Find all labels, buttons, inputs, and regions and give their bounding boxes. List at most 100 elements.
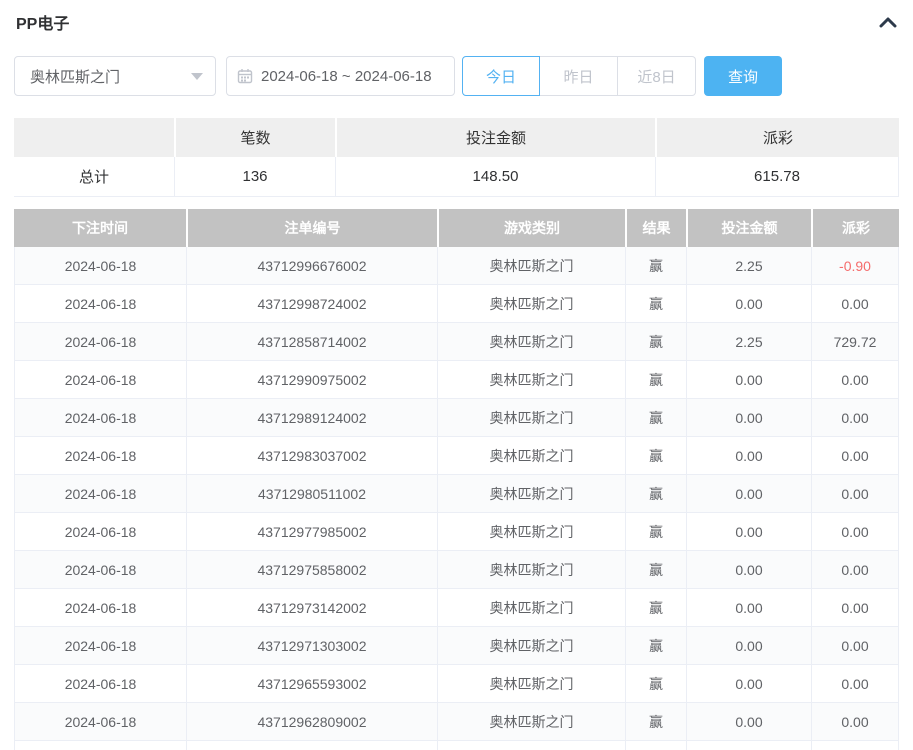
cell-bet-time: 2024-06-18 xyxy=(14,323,186,360)
cell-order-no: 43712996676002 xyxy=(186,247,437,284)
cell-order-no: 43712983037002 xyxy=(186,437,437,474)
cell-game-type: 奥林匹斯之门 xyxy=(437,589,625,626)
cell-bet-amount: 0.00 xyxy=(686,285,811,322)
yesterday-button[interactable]: 昨日 xyxy=(540,56,618,96)
table-row: 2024-06-18 43712990975002 奥林匹斯之门 赢 0.00 … xyxy=(14,361,899,399)
cell-game-type: 奥林匹斯之门 xyxy=(437,703,625,740)
cell-result: 赢 xyxy=(625,361,686,398)
cell-result: 赢 xyxy=(625,323,686,360)
table-row: 2024-06-18 43712962809002 奥林匹斯之门 赢 0.00 … xyxy=(14,703,899,741)
summary-header-payout: 派彩 xyxy=(655,118,899,157)
cell-order-no: 43712989124002 xyxy=(186,399,437,436)
cell-bet-amount: 2.25 xyxy=(686,323,811,360)
cell-bet-amount: 0.00 xyxy=(686,703,811,740)
summary-total-row: 总计 136 148.50 615.78 xyxy=(14,157,899,197)
cell-result: 赢 xyxy=(625,665,686,702)
table-header-row: 下注时间 注单编号 游戏类别 结果 投注金额 派彩 xyxy=(14,209,899,247)
cell-result: 赢 xyxy=(625,513,686,550)
cell-bet-time: 2024-06-18 xyxy=(14,589,186,626)
summary-header-count: 笔数 xyxy=(174,118,335,157)
cell-bet-time: 2024-06-18 xyxy=(14,361,186,398)
summary-total-count: 136 xyxy=(174,157,335,196)
cell-bet-time: 2024-06-18 xyxy=(14,475,186,512)
cell-order-no: 43712975858002 xyxy=(186,551,437,588)
summary-header-blank xyxy=(14,118,174,157)
cell-bet-amount: 0.00 xyxy=(686,475,811,512)
query-button[interactable]: 查询 xyxy=(704,56,782,96)
cell-payout: 0.00 xyxy=(811,665,899,702)
cell-bet-time: 2024-06-18 xyxy=(14,665,186,702)
cell-bet-amount: 0.00 xyxy=(686,361,811,398)
summary-total-payout: 615.78 xyxy=(655,157,899,196)
last-8-days-button[interactable]: 近8日 xyxy=(618,56,696,96)
cell-payout: 0.00 xyxy=(811,437,899,474)
cell-bet-time: 2024-06-18 xyxy=(14,627,186,664)
cell-game-type: 奥林匹斯之门 xyxy=(437,437,625,474)
cell-order-no: 43712973142002 xyxy=(186,589,437,626)
table-row: 2024-06-18 43712965593002 奥林匹斯之门 赢 0.00 … xyxy=(14,665,899,703)
cell-order-no: 43712990975002 xyxy=(186,361,437,398)
caret-down-icon xyxy=(191,73,203,80)
table-row: 2024-06-18 43712973142002 奥林匹斯之门 赢 0.00 … xyxy=(14,589,899,627)
cell-bet-time: 2024-06-18 xyxy=(14,285,186,322)
table-row: 2024-06-18 43712989124002 奥林匹斯之门 赢 0.00 … xyxy=(14,399,899,437)
table-row: 2024-06-18 43712961593002 奥林匹斯之门 赢 0.00 … xyxy=(14,741,899,750)
cell-order-no: 43712962809002 xyxy=(186,703,437,740)
cell-payout: 0.00 xyxy=(811,361,899,398)
cell-payout: 0.00 xyxy=(811,703,899,740)
cell-result: 赢 xyxy=(625,475,686,512)
table-row: 2024-06-18 43712980511002 奥林匹斯之门 赢 0.00 … xyxy=(14,475,899,513)
col-header-payout: 派彩 xyxy=(811,209,899,247)
cell-game-type: 奥林匹斯之门 xyxy=(437,513,625,550)
game-select[interactable]: 奥林匹斯之门 xyxy=(14,56,216,96)
cell-game-type: 奥林匹斯之门 xyxy=(437,361,625,398)
cell-game-type: 奥林匹斯之门 xyxy=(437,399,625,436)
cell-order-no: 43712965593002 xyxy=(186,665,437,702)
col-header-result: 结果 xyxy=(625,209,686,247)
collapse-button[interactable] xyxy=(877,11,899,33)
cell-bet-time: 2024-06-18 xyxy=(14,399,186,436)
cell-bet-amount: 0.00 xyxy=(686,437,811,474)
today-button[interactable]: 今日 xyxy=(462,56,540,96)
col-header-game-type: 游戏类别 xyxy=(437,209,625,247)
date-range-value: 2024-06-18 ~ 2024-06-18 xyxy=(261,68,432,85)
cell-game-type: 奥林匹斯之门 xyxy=(437,551,625,588)
cell-order-no: 43712980511002 xyxy=(186,475,437,512)
cell-bet-amount: 0.00 xyxy=(686,589,811,626)
summary-table: 笔数 投注金额 派彩 总计 136 148.50 615.78 xyxy=(14,118,899,197)
cell-payout: 0.00 xyxy=(811,475,899,512)
filter-bar: 奥林匹斯之门 2024-06-18 ~ 2024-06-18 今日 昨日 近8日… xyxy=(14,56,899,96)
cell-order-no: 43712971303002 xyxy=(186,627,437,664)
cell-result: 赢 xyxy=(625,741,686,750)
cell-result: 赢 xyxy=(625,551,686,588)
col-header-bet-time: 下注时间 xyxy=(14,209,186,247)
table-row: 2024-06-18 43712975858002 奥林匹斯之门 赢 0.00 … xyxy=(14,551,899,589)
table-row: 2024-06-18 43712983037002 奥林匹斯之门 赢 0.00 … xyxy=(14,437,899,475)
summary-header-row: 笔数 投注金额 派彩 xyxy=(14,118,899,157)
cell-result: 赢 xyxy=(625,437,686,474)
cell-bet-amount: 0.00 xyxy=(686,627,811,664)
cell-payout: 0.00 xyxy=(811,741,899,750)
cell-payout: 0.00 xyxy=(811,399,899,436)
cell-game-type: 奥林匹斯之门 xyxy=(437,285,625,322)
cell-bet-time: 2024-06-18 xyxy=(14,513,186,550)
cell-order-no: 43712998724002 xyxy=(186,285,437,322)
chevron-up-icon xyxy=(879,16,897,28)
game-select-value: 奥林匹斯之门 xyxy=(30,66,191,87)
summary-total-label: 总计 xyxy=(14,157,174,196)
cell-bet-amount: 0.00 xyxy=(686,399,811,436)
cell-bet-amount: 0.00 xyxy=(686,513,811,550)
summary-total-bet-amount: 148.50 xyxy=(335,157,655,196)
cell-payout: 0.00 xyxy=(811,627,899,664)
cell-game-type: 奥林匹斯之门 xyxy=(437,665,625,702)
calendar-icon xyxy=(237,68,253,84)
cell-payout: 0.00 xyxy=(811,551,899,588)
cell-bet-amount: 0.00 xyxy=(686,741,811,750)
cell-payout: -0.90 xyxy=(811,247,899,284)
date-range-input[interactable]: 2024-06-18 ~ 2024-06-18 xyxy=(226,56,455,96)
cell-result: 赢 xyxy=(625,589,686,626)
section-header: PP电子 xyxy=(0,0,913,34)
cell-bet-time: 2024-06-18 xyxy=(14,703,186,740)
cell-payout: 729.72 xyxy=(811,323,899,360)
cell-game-type: 奥林匹斯之门 xyxy=(437,475,625,512)
